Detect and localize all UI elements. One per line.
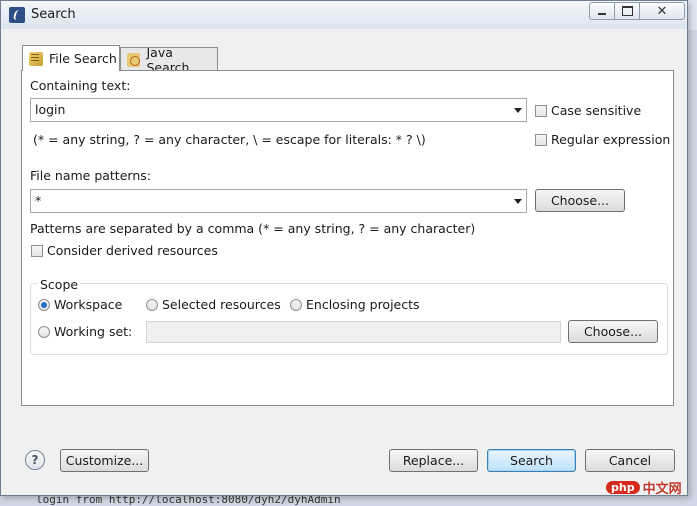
selected-resources-label[interactable]: Selected resources <box>162 297 281 312</box>
file-name-patterns-combo[interactable]: * <box>30 189 527 213</box>
minimize-button[interactable] <box>589 2 615 20</box>
working-set-radio[interactable] <box>38 326 50 338</box>
customize-button[interactable]: Customize... <box>60 449 149 472</box>
scope-group <box>30 283 668 355</box>
file-name-patterns-value: * <box>35 193 42 208</box>
enclosing-projects-radio[interactable] <box>290 299 302 311</box>
tab-java-search[interactable]: Java Search <box>120 45 218 75</box>
derived-resources-checkbox[interactable] <box>31 245 43 257</box>
containing-text-combo[interactable]: login <box>30 98 527 122</box>
file-search-icon <box>29 51 43 66</box>
help-icon[interactable]: ? <box>25 450 45 470</box>
working-set-label[interactable]: Working set: <box>54 324 132 339</box>
eclipse-app-icon <box>9 7 25 23</box>
scope-title: Scope <box>38 277 81 292</box>
minimize-icon <box>598 13 606 15</box>
choose-working-set-button[interactable]: Choose... <box>568 320 658 343</box>
containing-text-value: login <box>35 102 66 117</box>
close-button[interactable]: ✕ <box>639 2 685 20</box>
close-icon: ✕ <box>656 3 668 19</box>
file-search-panel: Containing text: login Case sensitive (*… <box>21 70 674 406</box>
case-sensitive-checkbox[interactable] <box>535 105 547 117</box>
case-sensitive-label[interactable]: Case sensitive <box>551 103 641 118</box>
site-watermark: php 中文网 <box>606 476 692 498</box>
containing-text-label: Containing text: <box>30 78 131 93</box>
regex-checkbox[interactable] <box>535 134 547 146</box>
enclosing-projects-label[interactable]: Enclosing projects <box>306 297 420 312</box>
patterns-hint: Patterns are separated by a comma (* = a… <box>30 221 476 236</box>
workspace-radio[interactable] <box>38 299 50 311</box>
choose-patterns-button[interactable]: Choose... <box>535 189 625 212</box>
maximize-icon <box>621 6 633 16</box>
replace-button[interactable]: Replace... <box>389 449 478 472</box>
chevron-down-icon[interactable] <box>514 108 522 113</box>
watermark-logo: php <box>606 480 640 494</box>
regex-label[interactable]: Regular expression <box>551 132 670 147</box>
watermark-text: 中文网 <box>642 481 682 497</box>
search-dialog: Search ✕ File Search Java Search Contain… <box>0 0 688 496</box>
working-set-field <box>146 321 561 343</box>
title-bar: Search ✕ <box>1 1 687 29</box>
file-name-patterns-label: File name patterns: <box>30 168 151 183</box>
workspace-label[interactable]: Workspace <box>54 297 122 312</box>
selected-resources-radio[interactable] <box>146 299 158 311</box>
chevron-down-icon[interactable] <box>514 199 522 204</box>
search-button[interactable]: Search <box>487 449 576 472</box>
derived-resources-label[interactable]: Consider derived resources <box>47 243 218 258</box>
tab-file-search[interactable]: File Search <box>22 45 120 71</box>
maximize-button[interactable] <box>614 2 640 20</box>
java-search-icon <box>127 52 141 67</box>
search-syntax-hint: (* = any string, ? = any character, \ = … <box>33 132 426 147</box>
window-title: Search <box>31 7 76 22</box>
cancel-button[interactable]: Cancel <box>585 449 675 472</box>
tab-label: File Search <box>49 51 117 66</box>
